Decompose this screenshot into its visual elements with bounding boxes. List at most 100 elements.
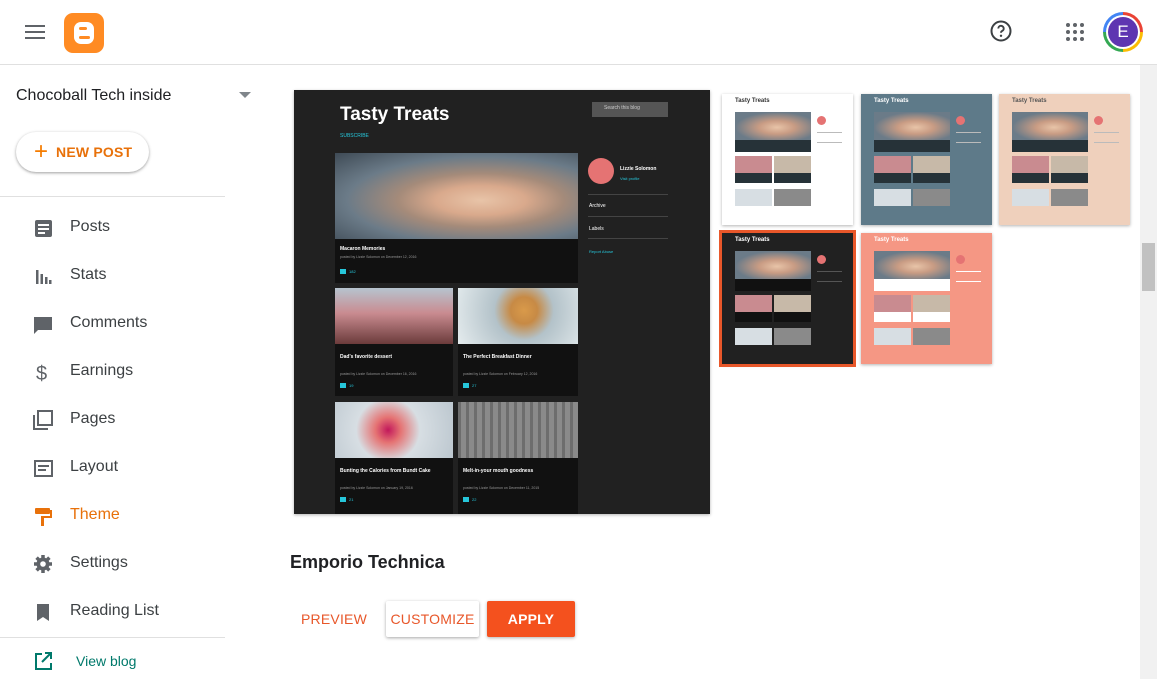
sidebar-item-label: Theme bbox=[70, 506, 120, 523]
thumbnail-cell bbox=[774, 189, 811, 206]
apply-button[interactable]: APPLY bbox=[487, 601, 575, 637]
thumbnail-hero bbox=[735, 251, 811, 279]
sidebar-divider bbox=[0, 196, 225, 197]
thumbnail-cell bbox=[1051, 156, 1088, 173]
preview-post-image bbox=[335, 153, 578, 239]
thumbnail-bar bbox=[735, 173, 772, 183]
preview-search-placeholder: Search this blog bbox=[604, 105, 640, 111]
sidebar-item-label: Layout bbox=[70, 458, 119, 475]
new-post-label: NEW POST bbox=[56, 144, 133, 160]
theme-thumbnail[interactable]: Tasty Treats bbox=[999, 94, 1130, 225]
preview-post-title: Melt-in-your mouth goodness bbox=[463, 468, 534, 474]
thumbnail-band bbox=[874, 279, 950, 291]
thumbnail-line bbox=[956, 271, 981, 272]
vertical-scrollbar[interactable] bbox=[1140, 65, 1157, 679]
thumbnail-avatar bbox=[817, 255, 826, 264]
preview-visit-profile: Visit profile bbox=[620, 176, 640, 181]
sidebar-item-label: Posts bbox=[70, 218, 111, 235]
view-blog-label: View blog bbox=[76, 653, 137, 669]
sidebar-item-stats[interactable]: Stats bbox=[0, 252, 225, 300]
theme-thumbnail[interactable]: Tasty Treats bbox=[861, 94, 992, 225]
new-post-button[interactable]: + NEW POST bbox=[16, 132, 149, 172]
preview-post-title: The Perfect Breakfast Dinner bbox=[463, 354, 532, 360]
preview-labels: Labels bbox=[589, 226, 604, 232]
thumbnail-cell bbox=[874, 328, 911, 345]
sidebar-item-reading-list[interactable]: Reading List bbox=[0, 588, 225, 636]
blog-name: Chocoball Tech inside bbox=[16, 87, 172, 104]
sidebar-item-layout[interactable]: Layout bbox=[0, 444, 225, 492]
apps-grid-icon[interactable] bbox=[1063, 20, 1087, 44]
preview-post-image bbox=[335, 288, 453, 344]
view-blog-link[interactable]: View blog bbox=[0, 637, 225, 685]
blogger-logo-icon[interactable] bbox=[64, 13, 104, 53]
account-avatar[interactable]: E bbox=[1103, 12, 1143, 52]
thumbnail-cell bbox=[913, 295, 950, 312]
preview-post-meta: posted by Lizzie Solomon on February 12,… bbox=[463, 372, 538, 376]
thumbnail-bar bbox=[913, 312, 950, 322]
sidebar-item-settings[interactable]: Settings bbox=[0, 540, 225, 588]
thumbnail-bar bbox=[735, 312, 772, 322]
thumbnail-title: Tasty Treats bbox=[874, 98, 909, 104]
theme-thumbnail[interactable]: Tasty Treats bbox=[722, 94, 853, 225]
preview-post-title: Bunting the Calories from Bundt Cake bbox=[340, 468, 431, 474]
theme-preview-large[interactable]: Tasty Treats SUBSCRIBE Search this blog … bbox=[294, 90, 710, 514]
svg-text:$: $ bbox=[36, 363, 47, 384]
sidebar-item-pages[interactable]: Pages bbox=[0, 396, 225, 444]
preview-archive: Archive bbox=[589, 203, 606, 209]
thumbnail-band bbox=[735, 140, 811, 152]
sidebar-item-label: Reading List bbox=[70, 602, 159, 619]
preview-divider bbox=[588, 216, 668, 217]
scrollbar-thumb[interactable] bbox=[1142, 243, 1155, 291]
plus-icon: + bbox=[34, 138, 49, 165]
blog-selector[interactable]: Chocoball Tech inside bbox=[16, 87, 256, 107]
open-in-new-icon bbox=[32, 649, 54, 673]
thumbnail-cell bbox=[874, 295, 911, 312]
preview-post-card: Melt-in-your mouth goodness posted by Li… bbox=[458, 402, 578, 514]
sidebar-item-earnings[interactable]: $ Earnings bbox=[0, 348, 225, 396]
preview-author-name: Lizzie Solomon bbox=[620, 166, 657, 172]
thumbnail-bar bbox=[874, 312, 911, 322]
thumbnail-title: Tasty Treats bbox=[874, 237, 909, 243]
thumbnail-cell bbox=[1051, 189, 1088, 206]
thumbnail-line bbox=[1094, 142, 1119, 143]
thumbnail-bar bbox=[774, 312, 811, 322]
thumbnail-cell bbox=[913, 156, 950, 173]
preview-post-meta: posted by Lizzie Solomon on December 16,… bbox=[340, 372, 417, 376]
thumbnail-cell bbox=[1012, 156, 1049, 173]
dropdown-arrow-icon bbox=[239, 92, 251, 98]
dollar-icon: $ bbox=[32, 360, 54, 385]
preview-button[interactable]: PREVIEW bbox=[292, 601, 376, 637]
preview-divider bbox=[588, 238, 668, 239]
theme-thumbnail[interactable]: Tasty Treats bbox=[861, 233, 992, 364]
theme-thumbnail-selected[interactable]: Tasty Treats bbox=[719, 230, 856, 367]
preview-comment-count: 19 bbox=[349, 383, 354, 388]
thumbnail-cell bbox=[913, 328, 950, 345]
sidebar-item-theme[interactable]: Theme bbox=[0, 492, 225, 540]
thumbnail-cell bbox=[735, 156, 772, 173]
sidebar: Chocoball Tech inside + NEW POST Posts S… bbox=[0, 65, 251, 679]
posts-icon bbox=[32, 216, 54, 240]
menu-icon[interactable] bbox=[24, 23, 48, 41]
stats-icon bbox=[32, 264, 54, 288]
preview-comment-icon bbox=[340, 497, 346, 502]
thumbnail-bar bbox=[1051, 173, 1088, 183]
help-circle-icon[interactable] bbox=[989, 19, 1013, 43]
preview-author-avatar bbox=[588, 158, 614, 184]
sidebar-item-comments[interactable]: Comments bbox=[0, 300, 225, 348]
avatar-initial: E bbox=[1108, 17, 1138, 47]
preview-comment-icon bbox=[463, 497, 469, 502]
customize-button[interactable]: CUSTOMIZE bbox=[386, 601, 479, 637]
preview-post-image bbox=[458, 288, 578, 344]
preview-comment-count: 22 bbox=[472, 497, 477, 502]
thumbnail-band bbox=[874, 140, 950, 152]
preview-post-title: Dad's favorite dessert bbox=[340, 354, 393, 360]
thumbnail-hero bbox=[874, 112, 950, 140]
thumbnail-avatar bbox=[1094, 116, 1103, 125]
thumbnail-line bbox=[956, 132, 981, 133]
sidebar-item-posts[interactable]: Posts bbox=[0, 204, 225, 252]
thumbnail-line bbox=[817, 281, 842, 282]
sidebar-item-label: Stats bbox=[70, 266, 107, 283]
preview-post-meta: posted by Lizzie Solomon on December 11,… bbox=[463, 486, 540, 490]
thumbnail-cell bbox=[735, 295, 772, 312]
preview-divider bbox=[588, 194, 668, 195]
